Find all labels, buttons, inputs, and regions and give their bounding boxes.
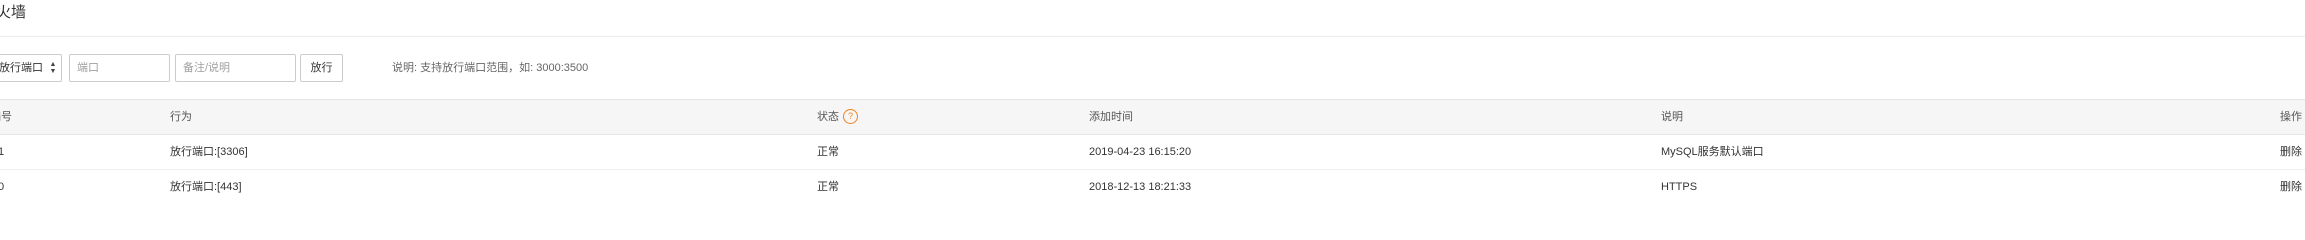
cell-time: 2018-12-13 18:21:33 [1089, 181, 1192, 193]
cell-time: 2019-04-23 16:15:20 [1089, 146, 1192, 158]
rule-type-select-value: 放行端口 [0, 62, 43, 74]
table-row: 0 放行端口:[443] 正常 2018-12-13 18:21:33 HTTP… [0, 170, 2305, 202]
table-header: 编号 行为 状态? 添加时间 说明 操作 [0, 99, 2305, 135]
header-op: 操作 [2280, 111, 2302, 123]
cell-action: 放行端口:[3306] [170, 146, 248, 158]
cell-desc: HTTPS [1661, 181, 1698, 193]
cell-desc: MySQL服务默认端口 [1661, 146, 1764, 158]
hint-text: 说明: 支持放行端口范围，如: 3000:3500 [392, 62, 589, 74]
header-status-label: 状态 [817, 111, 839, 123]
header-status: 状态? [817, 100, 858, 134]
page-title: 火墙 [0, 4, 27, 21]
cell-status: 正常 [817, 181, 839, 193]
header-time: 添加时间 [1089, 111, 1133, 123]
port-input[interactable] [69, 54, 170, 82]
rule-type-select[interactable]: 放行端口 ▲ ▼ [0, 54, 62, 82]
help-icon[interactable]: ? [843, 108, 858, 124]
table-row: 1 放行端口:[3306] 正常 2019-04-23 16:15:20 MyS… [0, 135, 2305, 170]
header-desc: 说明 [1661, 111, 1683, 123]
cell-status: 正常 [817, 146, 839, 158]
firewall-rules-table: 编号 行为 状态? 添加时间 说明 操作 1 放行端口:[3306] 正常 20… [0, 99, 2305, 202]
cell-id: 0 [0, 181, 5, 193]
remark-input[interactable] [175, 54, 296, 82]
firewall-panel: 火墙 放行端口 ▲▼ 放行 说明: 支持放行端口范围，如: 3000:3500 … [0, 0, 2305, 202]
delete-link[interactable]: 删除 [2280, 170, 2302, 202]
firewall-toolbar: 放行端口 ▲▼ 放行 说明: 支持放行端口范围，如: 3000:3500 [0, 54, 2305, 84]
select-arrows-icon: ▲ ▼ [49, 61, 57, 75]
cell-id: 1 [0, 146, 5, 158]
delete-link[interactable]: 删除 [2280, 135, 2302, 169]
title-divider [0, 36, 2305, 37]
header-id: 编号 [0, 111, 12, 123]
allow-button[interactable]: 放行 [300, 54, 343, 82]
header-action: 行为 [170, 111, 192, 123]
cell-action: 放行端口:[443] [170, 181, 242, 193]
